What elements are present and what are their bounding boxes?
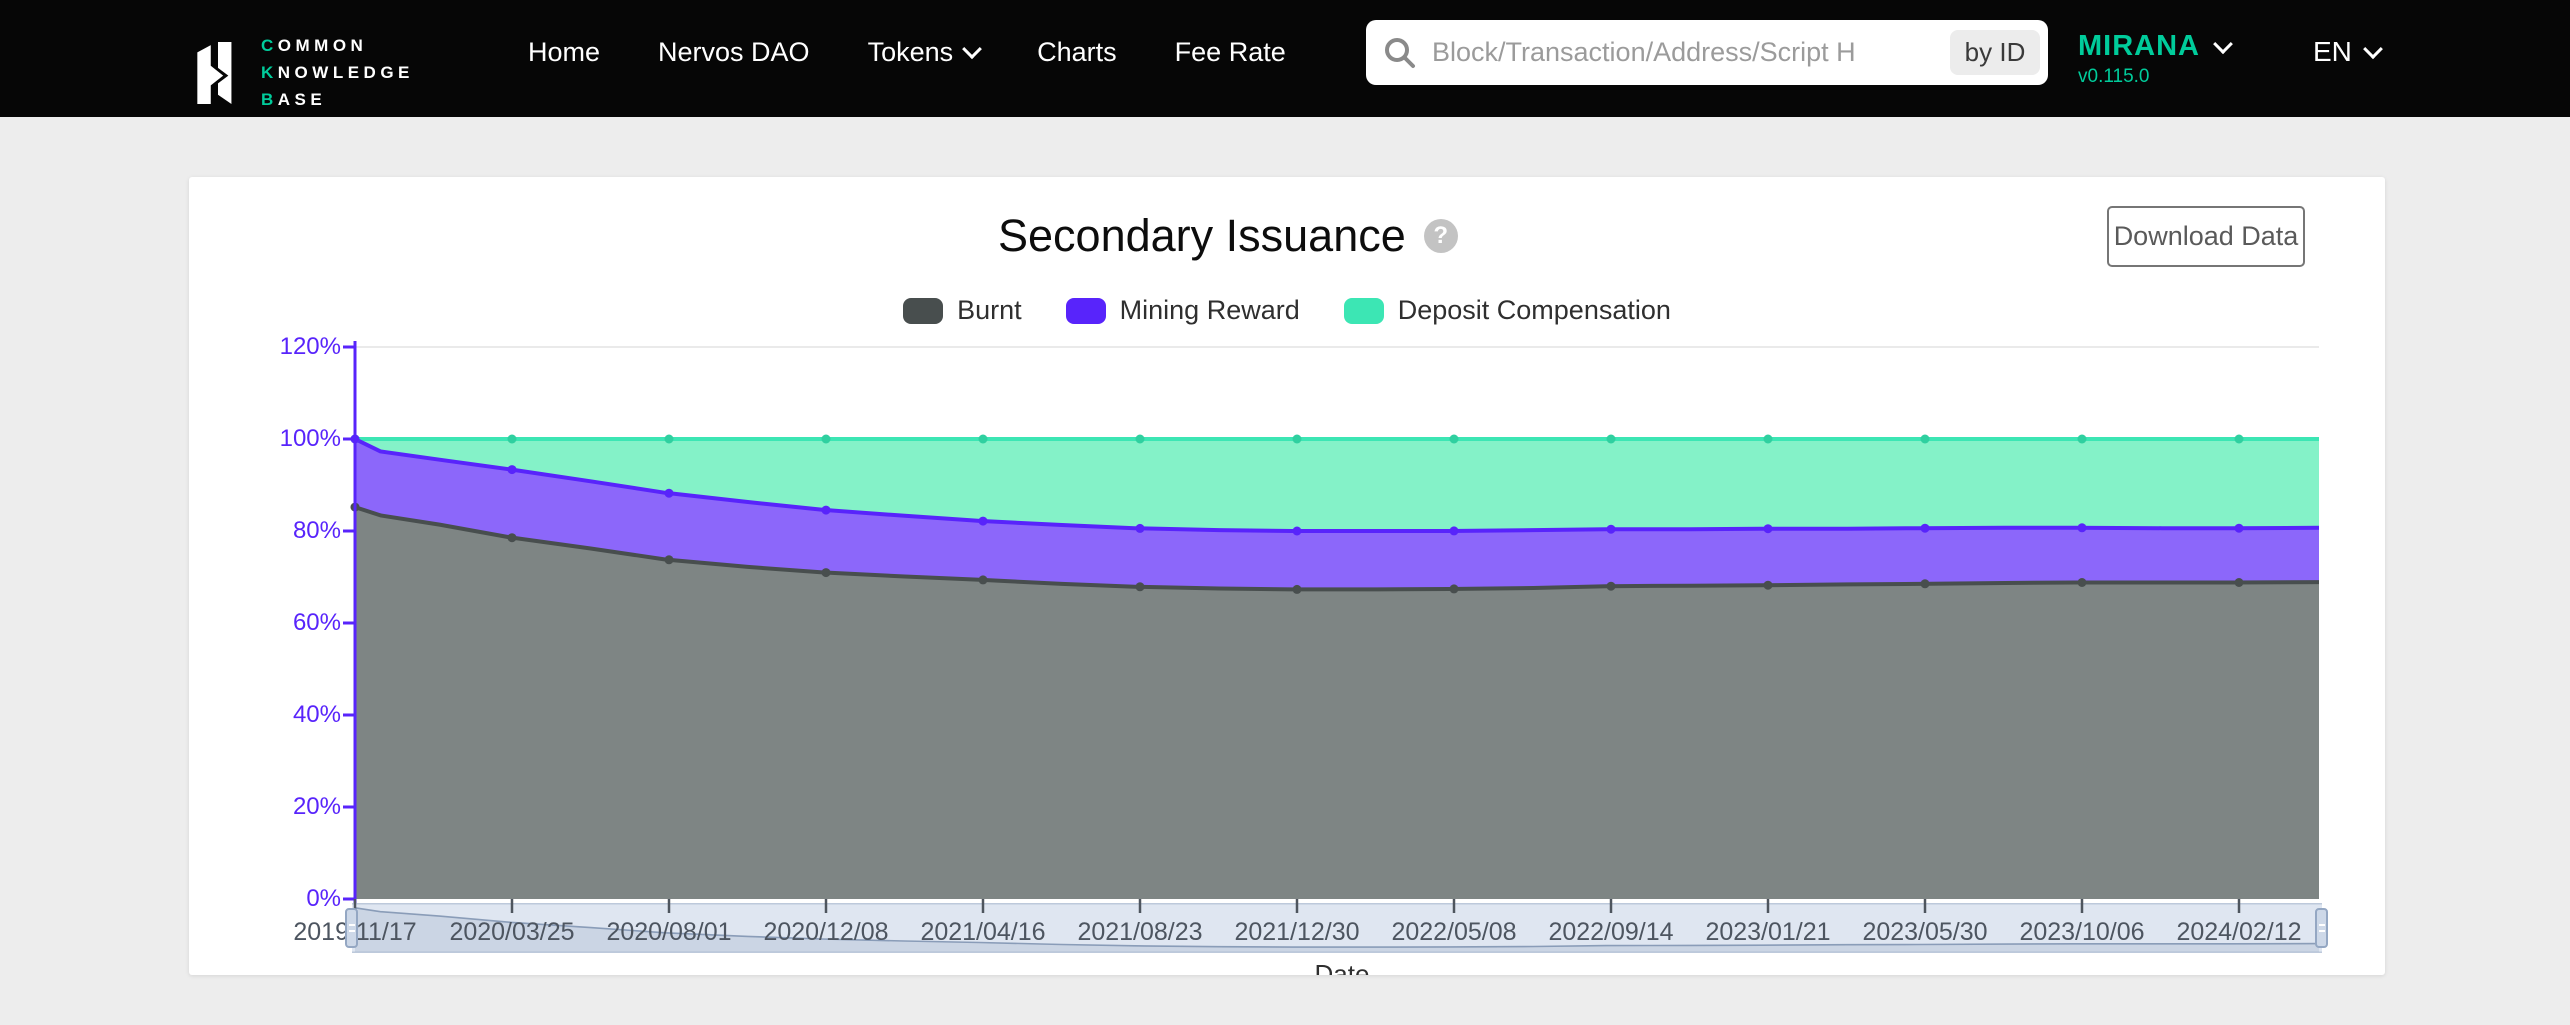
x-axis-tick-label: 2020/12/08 xyxy=(736,917,916,947)
datazoom-right-handle[interactable] xyxy=(2315,908,2328,948)
x-axis-tick-label: 2023/10/06 xyxy=(1992,917,2172,947)
x-axis-tick-label: 2024/02/12 xyxy=(2149,917,2329,947)
legend-item-burnt[interactable]: Burnt xyxy=(903,295,1022,326)
ckb-explorer-page: COMMON KNOWLEDGE BASE Home Nervos DAO To… xyxy=(0,0,2570,1025)
x-axis-tick-label: 2021/08/23 xyxy=(1050,917,1230,947)
y-axis-tick-label: 0% xyxy=(231,884,341,914)
chart-title-row: Secondary Issuance ? xyxy=(998,210,1458,262)
legend-burnt-label: Burnt xyxy=(957,295,1022,326)
y-axis-tick-label: 40% xyxy=(231,700,341,730)
x-axis-tick-label: 2021/04/16 xyxy=(893,917,1073,947)
x-axis-title-clip: Date xyxy=(1252,959,1432,975)
page-title: Secondary Issuance xyxy=(998,210,1406,262)
x-axis-tick-label: 2022/09/14 xyxy=(1521,917,1701,947)
y-axis-tick-label: 100% xyxy=(231,424,341,454)
legend-item-deposit-compensation[interactable]: Deposit Compensation xyxy=(1344,295,1671,326)
burnt-swatch-icon xyxy=(903,298,943,324)
deposit-compensation-swatch-icon xyxy=(1344,298,1384,324)
x-axis-tick-label: 2023/05/30 xyxy=(1835,917,2015,947)
x-axis-tick-label: 2023/01/21 xyxy=(1678,917,1858,947)
legend-item-mining-reward[interactable]: Mining Reward xyxy=(1066,295,1300,326)
x-axis-tick-label: 2022/05/08 xyxy=(1364,917,1544,947)
legend-deposit-compensation-label: Deposit Compensation xyxy=(1398,295,1671,326)
x-axis-tick-label: 2020/03/25 xyxy=(422,917,602,947)
y-axis-tick-label: 20% xyxy=(231,792,341,822)
datazoom-left-handle[interactable] xyxy=(345,908,358,948)
help-icon[interactable]: ? xyxy=(1424,219,1458,253)
legend-mining-reward-label: Mining Reward xyxy=(1120,295,1300,326)
y-axis-tick-label: 80% xyxy=(231,516,341,546)
x-axis-title: Date xyxy=(1252,959,1432,975)
mining-reward-swatch-icon xyxy=(1066,298,1106,324)
chart-legend: Burnt Mining Reward Deposit Compensation xyxy=(189,295,2385,326)
y-axis-tick-label: 120% xyxy=(231,332,341,362)
x-axis-tick-label: 2021/12/30 xyxy=(1207,917,1387,947)
y-axis-tick-label: 60% xyxy=(231,608,341,638)
x-axis-tick-label: 2020/08/01 xyxy=(579,917,759,947)
download-data-button[interactable]: Download Data xyxy=(2107,206,2305,267)
